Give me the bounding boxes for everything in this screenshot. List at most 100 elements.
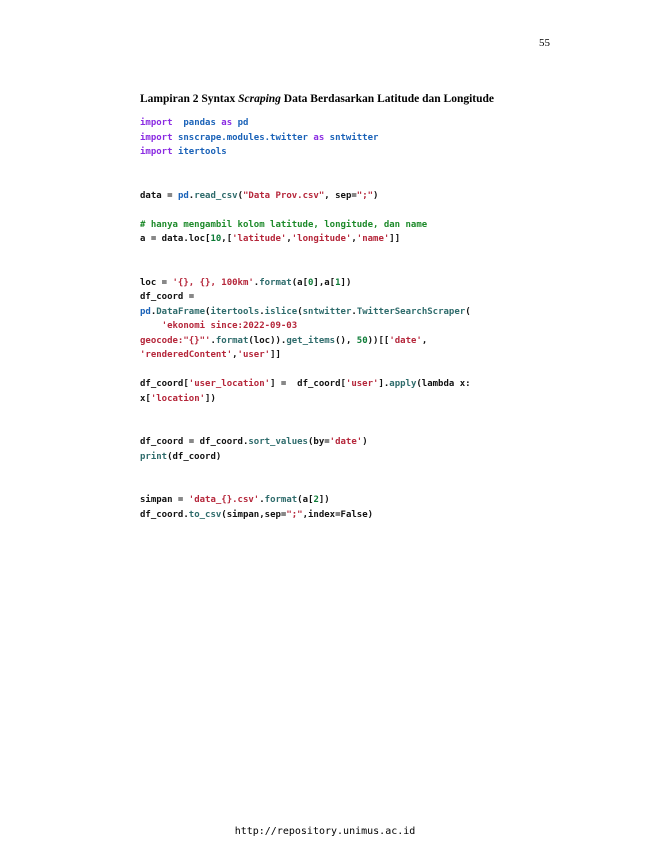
code-line: import pandas as pd <box>140 116 540 131</box>
code-token: , <box>421 335 428 346</box>
code-token: sntwitter <box>302 306 352 317</box>
code-token: 10 <box>210 234 222 244</box>
code-token: 'name' <box>356 234 390 244</box>
code-token: as <box>221 118 233 128</box>
code-token: 'ekonomi since:2022-09-03 <box>161 321 298 331</box>
code-token: df_coord. <box>140 509 189 520</box>
code-token: (), <box>335 335 357 346</box>
code-token: 'user_location' <box>188 379 271 389</box>
heading-prefix: Lampiran 2 Syntax <box>140 93 239 105</box>
code-token: to_csv <box>188 509 222 520</box>
code-token: (a[ <box>291 277 308 288</box>
code-token: apply <box>389 379 417 389</box>
code-token: itertools <box>177 147 227 157</box>
code-token: , sep= <box>324 190 357 201</box>
code-token: pd <box>237 118 249 128</box>
heading-suffix: Data Berdasarkan Latitude dan Longitude <box>280 93 495 105</box>
code-line: df_coord = df_coord.sort_values(by='date… <box>140 435 540 450</box>
code-token: ";" <box>286 509 303 520</box>
code-line: df_coord['user_location'] = df_coord['us… <box>140 377 540 392</box>
code-line: data = pd.read_csv("Data Prov.csv", sep=… <box>140 189 540 204</box>
code-token: ]] <box>270 350 281 360</box>
footer-url: http://repository.unimus.ac.id <box>234 826 416 837</box>
code-token: (simpan,sep= <box>221 509 287 520</box>
code-line: df_coord.to_csv(simpan,sep=";",index=Fal… <box>140 508 540 523</box>
code-line: simpan = 'data_{}.csv'.format(a[2]) <box>140 493 540 508</box>
code-token: ";" <box>356 190 374 201</box>
code-token: pandas <box>183 118 216 128</box>
code-token: read_csv <box>194 190 238 201</box>
code-token: df_coord = <box>140 292 195 302</box>
code-token: a = data.loc[ <box>140 234 211 244</box>
code-token: pd <box>177 190 189 201</box>
code-token: sort_values <box>248 437 308 447</box>
code-token: 'longitude' <box>291 234 352 244</box>
code-token: format <box>259 277 292 288</box>
page-number: 55 <box>539 37 550 49</box>
code-token: import <box>140 147 173 157</box>
code-token: ]) <box>205 393 216 404</box>
code-token: "Data Prov.csv" <box>242 190 325 201</box>
code-line: x['location']) <box>140 392 540 407</box>
code-line: # hanya mengambil kolom latitude, longit… <box>140 218 540 233</box>
code-token: ) <box>362 437 368 447</box>
code-token: pd <box>140 306 151 317</box>
code-line: a = data.loc[10,['latitude','longitude',… <box>140 232 540 247</box>
code-token: import <box>140 132 173 143</box>
code-token: 'date' <box>389 335 422 346</box>
code-token: (loc)). <box>248 335 287 346</box>
code-token: import <box>140 118 173 128</box>
code-token: ],a[ <box>313 277 336 288</box>
code-token: format <box>264 495 298 505</box>
code-token: (a[ <box>297 495 314 505</box>
code-line: import snscrape.modules.twitter as sntwi… <box>140 131 540 146</box>
code-token: (lambda x: <box>416 379 471 389</box>
code-token: 'location' <box>150 393 206 404</box>
code-token: format <box>215 335 249 346</box>
code-block: import pandas as pd import snscrape.modul… <box>140 116 540 522</box>
code-token: ] = df_coord[ <box>270 379 346 389</box>
code-token: ]. <box>378 379 390 389</box>
heading-italic: Scraping <box>238 93 281 105</box>
code-token: df_coord[ <box>140 379 189 389</box>
code-token: 50 <box>356 335 368 346</box>
code-token: simpan = <box>140 495 189 505</box>
code-token: x[ <box>140 393 151 404</box>
code-token: df_coord = df_coord. <box>140 437 249 447</box>
code-token: 'latitude' <box>232 234 287 244</box>
code-token: '{}, {}, 100km' <box>172 277 254 288</box>
code-token: (df_coord) <box>167 451 222 462</box>
code-token: geocode:"{}"' <box>140 335 211 346</box>
code-token: ( <box>465 306 471 317</box>
code-token: 'user' <box>237 350 271 360</box>
code-line: geocode:"{}"'.format(loc)).get_items(), … <box>140 334 540 349</box>
code-token: ]] <box>389 234 401 244</box>
code-token: (by= <box>307 437 330 447</box>
code-token: ,index=False) <box>302 509 374 520</box>
code-token: sntwitter <box>329 132 379 143</box>
appendix-heading: Lampiran 2 Syntax Scraping Data Berdasar… <box>140 93 494 105</box>
code-token: loc = <box>140 277 173 288</box>
code-token: ))[[ <box>367 335 390 346</box>
code-token: 'user' <box>345 379 379 389</box>
code-token: as <box>313 132 325 143</box>
code-token: islice <box>264 306 298 317</box>
code-token: DataFrame <box>156 306 206 317</box>
code-token: ]) <box>340 277 352 288</box>
code-line: print(df_coord) <box>140 450 540 465</box>
code-token: get_items <box>286 335 336 346</box>
code-line: loc = '{}, {}, 100km'.format(a[0],a[1]) <box>140 276 540 291</box>
code-line: 'ekonomi since:2022-09-03 <box>140 319 540 334</box>
code-token: 'date' <box>329 437 363 447</box>
code-line: import itertools <box>140 145 540 160</box>
